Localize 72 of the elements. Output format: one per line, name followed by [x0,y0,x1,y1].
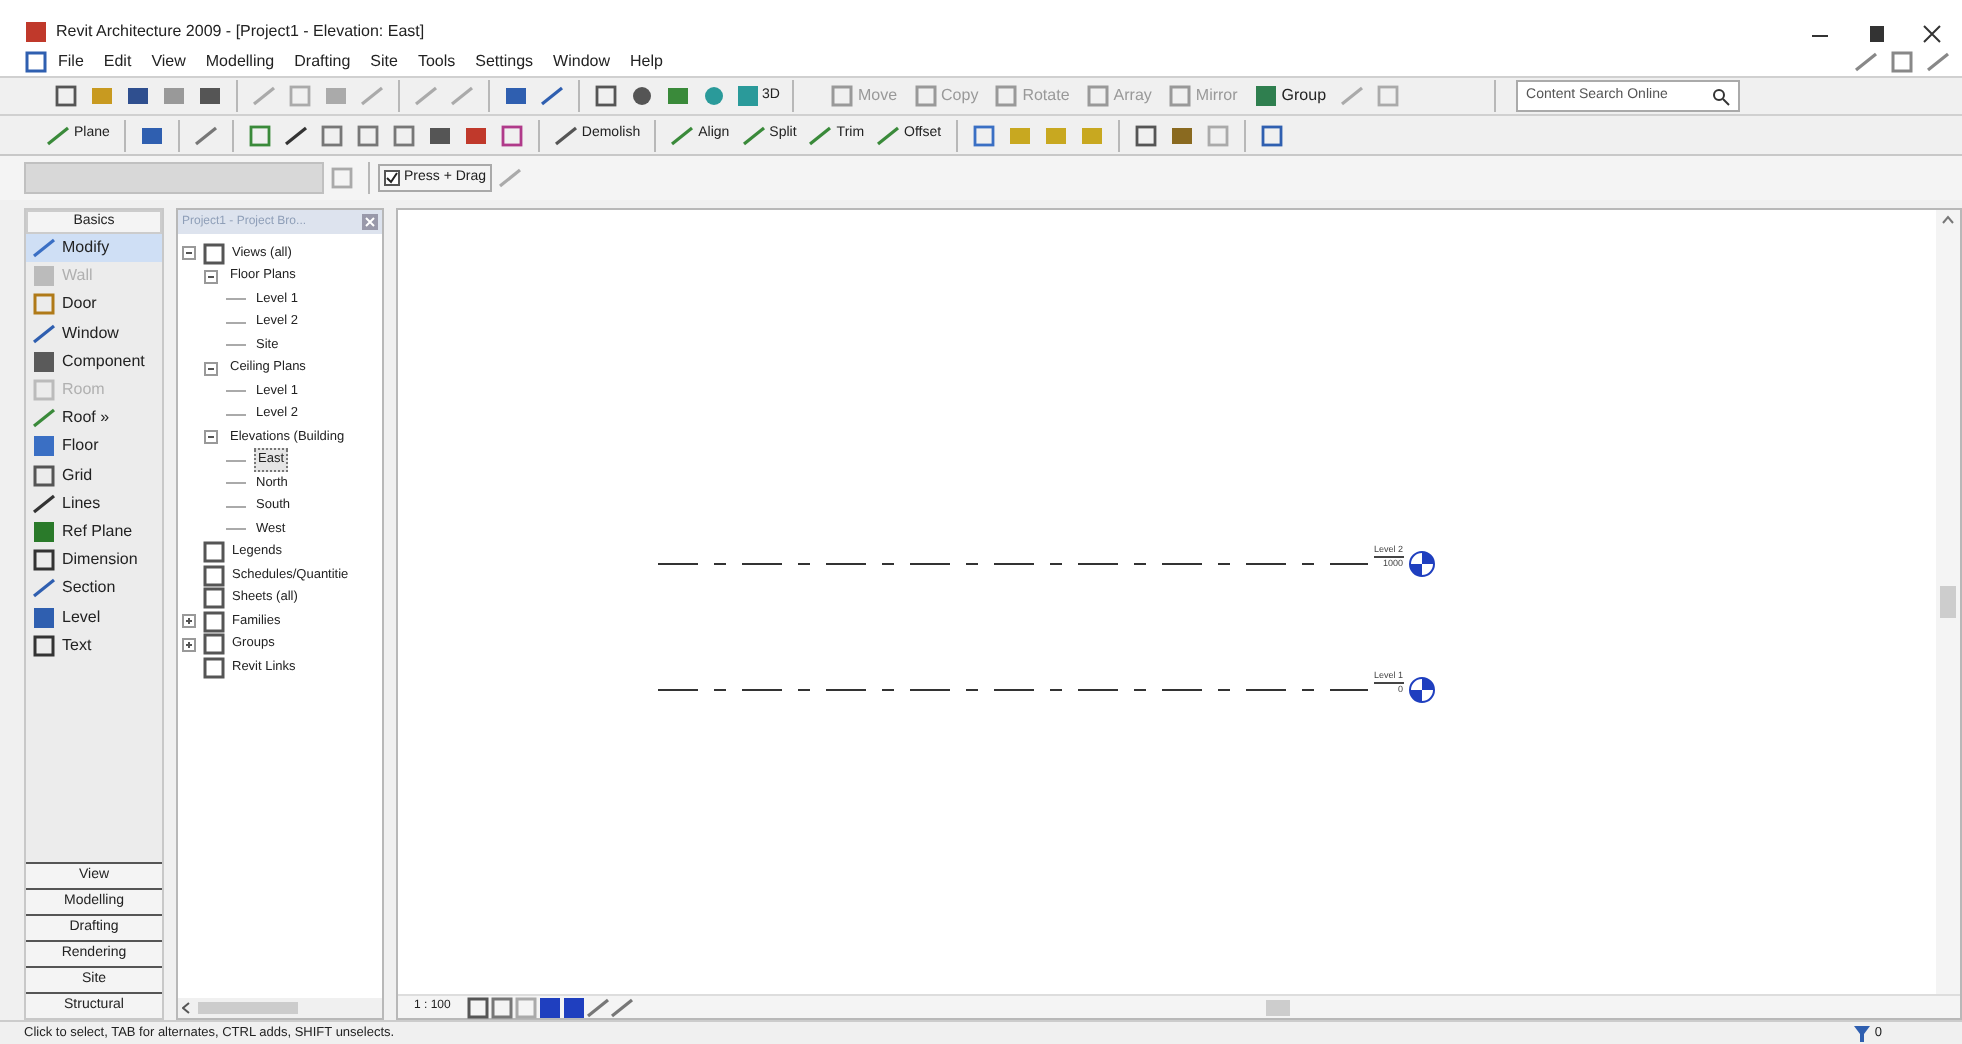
tool-icon [32,321,56,346]
vertical-scrollbar[interactable] [1936,210,1960,994]
scroll-left-icon[interactable] [182,1002,190,1014]
design-bar-item[interactable]: Door [26,290,162,320]
tool-icon [32,548,56,573]
design-bar-item[interactable]: Component [26,347,162,376]
tool-icon [32,519,56,544]
menu-item[interactable]: Site [360,50,408,74]
menu-item[interactable]: Drafting [284,50,361,74]
collapse-icon[interactable] [204,361,218,376]
design-bar-item[interactable]: Window [26,319,162,348]
tool-icon [1085,84,1110,108]
tool-icon [553,123,578,147]
menu-item[interactable]: Settings [465,50,544,74]
window-title: Revit Architecture 2009 - [Project1 - Elevation: East] [56,20,425,44]
tool-icon [32,605,56,630]
level-head-icon[interactable] [1407,550,1436,578]
design-bar-item[interactable]: Dimension [26,546,162,575]
scroll-thumb[interactable] [1266,999,1291,1015]
design-bar-item[interactable]: Modify [26,234,162,263]
menu-item[interactable]: File [48,50,94,74]
tool-icon [32,406,56,431]
tool-icon [32,264,56,289]
collapse-icon[interactable] [204,269,218,284]
tool-icon [829,84,854,108]
collapse-icon[interactable] [182,246,196,261]
tool-icon [32,491,56,516]
menu-item[interactable]: View [141,50,196,74]
tool-icon [32,633,56,658]
tool-icon [46,123,70,147]
tool-icon [994,84,1019,108]
menu-item[interactable]: Window [543,50,620,74]
menu-item[interactable]: Tools [407,50,466,74]
tool-icon [32,434,56,459]
tool-icon [32,349,56,374]
edit-tool-button[interactable]: Group [1245,78,1335,114]
tool-icon [741,123,766,147]
level-head-icon[interactable] [1407,676,1436,704]
tool-icon [1167,84,1192,108]
tool-icon [670,123,695,147]
tool-icon [1253,84,1278,108]
tool-icon [32,236,56,261]
design-bar-item[interactable]: Floor [26,432,162,461]
design-bar-item[interactable]: Section [26,574,162,603]
expand-icon[interactable] [182,614,196,629]
tool-icon [913,84,938,108]
tool-icon [808,123,833,147]
menu-item[interactable]: Modelling [195,50,285,74]
maximize-icon[interactable] [1866,24,1886,44]
scroll-up-icon[interactable] [1942,214,1954,226]
search-icon[interactable] [1712,87,1731,105]
design-bar-item[interactable]: Ref Plane [26,517,162,547]
checkbox[interactable] [384,170,400,186]
collapse-icon[interactable] [204,430,218,445]
design-bar-item[interactable]: Roof » [26,404,162,433]
expand-icon[interactable] [182,637,196,652]
design-bar-item[interactable]: Lines [26,489,162,518]
menu-item[interactable]: Help [620,50,673,74]
design-bar-item[interactable]: Grid [26,461,162,490]
tool-icon [32,576,56,601]
menu-item[interactable]: Edit [93,50,142,74]
scroll-thumb[interactable] [1940,586,1956,618]
horizontal-scrollbar[interactable] [178,998,382,1018]
scroll-thumb[interactable] [198,1002,298,1014]
tool-icon [32,378,56,403]
design-bar-item[interactable]: Level [26,602,162,632]
tool-icon [32,292,56,317]
tool-icon [32,463,56,488]
design-bar-item[interactable]: Text [26,631,162,660]
restore-icon [1890,50,1914,74]
app-icon [24,20,48,44]
tool-icon [876,123,901,147]
